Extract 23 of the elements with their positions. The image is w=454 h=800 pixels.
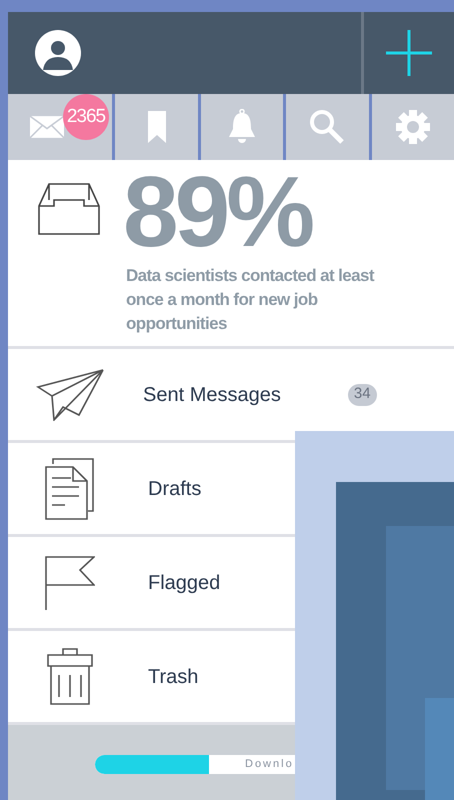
stat-value: 89% bbox=[123, 162, 313, 262]
documents-icon bbox=[45, 458, 95, 520]
folder-item[interactable]: Sent Messages 34 bbox=[8, 349, 454, 440]
unread-count-badge: 2365 bbox=[63, 94, 109, 140]
paper-plane-icon bbox=[36, 368, 104, 420]
folder-item[interactable]: Drafts bbox=[8, 443, 295, 534]
message-count-badge: 34 bbox=[348, 384, 377, 406]
folder-item[interactable]: Flagged bbox=[8, 537, 295, 628]
mail-icon bbox=[30, 113, 64, 141]
folder-item[interactable]: Trash bbox=[8, 631, 295, 722]
trash-can-icon bbox=[47, 646, 93, 706]
stat-caption: Data scientists contacted at least once a month for new job opportunities bbox=[126, 265, 376, 335]
folder-label: Sent Messages bbox=[143, 382, 281, 408]
inbox-tray-icon bbox=[37, 180, 101, 236]
bookmark-icon bbox=[148, 111, 166, 143]
download-label: Downlo bbox=[245, 757, 294, 772]
avatar-icon[interactable] bbox=[35, 30, 81, 76]
bell-icon bbox=[227, 109, 258, 145]
folder-label: Trash bbox=[148, 664, 198, 690]
add-icon[interactable] bbox=[386, 30, 432, 76]
folder-label: Flagged bbox=[148, 570, 220, 596]
folder-label: Drafts bbox=[148, 476, 202, 502]
flag-icon bbox=[45, 556, 95, 610]
